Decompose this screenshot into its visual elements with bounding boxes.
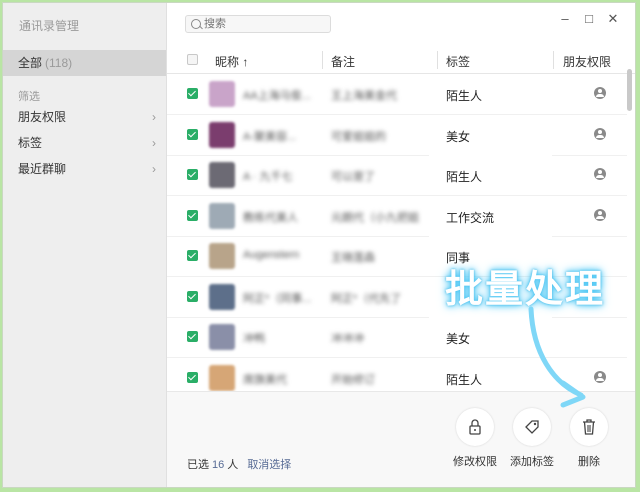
selected-suffix: 人 bbox=[227, 459, 239, 471]
chevron-right-icon: › bbox=[152, 162, 156, 176]
contact-remark: 阿正*（代先了 bbox=[331, 292, 402, 305]
avatar bbox=[209, 364, 235, 391]
add-tag-label: 添加标签 bbox=[510, 456, 554, 468]
contact-nickname: AA上海马俊... bbox=[243, 90, 311, 102]
search-box[interactable] bbox=[185, 15, 331, 33]
trash-icon bbox=[570, 408, 608, 446]
sidebar: 通讯录管理 全部 (118) 筛选 朋友权限 › 标签 › 最近群聊 › bbox=[3, 3, 167, 487]
delete-button[interactable]: 删除 bbox=[557, 408, 621, 469]
row-checkbox[interactable] bbox=[187, 88, 198, 99]
minimize-icon[interactable]: – bbox=[553, 11, 577, 26]
search-icon bbox=[191, 19, 201, 29]
contact-nickname: A · 九千七 bbox=[243, 171, 293, 183]
table-row[interactable]: 教练代美人 元朗代（小九把姐 工作交流 bbox=[167, 195, 627, 237]
delete-label: 删除 bbox=[578, 456, 600, 468]
contact-tag: 陌生人 bbox=[446, 372, 483, 387]
row-checkbox[interactable] bbox=[187, 169, 198, 180]
avatar bbox=[209, 243, 235, 269]
maximize-icon[interactable]: □ bbox=[577, 11, 601, 26]
tag-cell: 陌生人 bbox=[429, 155, 552, 195]
select-all-checkbox[interactable] bbox=[187, 54, 198, 65]
sidebar-item-tags[interactable]: 标签 › bbox=[3, 130, 166, 156]
contact-nickname: Augenstern bbox=[243, 249, 300, 261]
contacts-manager-window: 通讯录管理 全部(118) 筛选 朋友权限 › 标签 › 最近群聊 › –□✕ 昵称 … bbox=[2, 2, 636, 488]
add-tag-button[interactable]: 添加标签 bbox=[500, 408, 564, 469]
row-checkbox[interactable] bbox=[187, 290, 198, 302]
contact-tag: 陌生人 bbox=[446, 170, 483, 184]
tag-icon bbox=[513, 408, 551, 446]
contact-tag: 陌生人 bbox=[446, 89, 483, 103]
avatar bbox=[209, 202, 235, 229]
sidebar-all-label: 全部 bbox=[18, 56, 43, 70]
table-row[interactable]: AA上海马俊... 王上海美金代 陌生人 bbox=[167, 74, 627, 115]
contact-remark: 可爱姐姐的 bbox=[331, 130, 386, 143]
contact-tag: 工作交流 bbox=[446, 210, 495, 225]
sidebar-item-label: 最近群聊 bbox=[18, 162, 67, 176]
app-title: 通讯录管理 bbox=[19, 19, 80, 33]
search-input[interactable] bbox=[204, 16, 324, 32]
sidebar-item-label: 朋友权限 bbox=[18, 110, 67, 124]
sidebar-item-recent-groups[interactable]: 最近群聊 › bbox=[3, 156, 166, 182]
row-checkbox[interactable] bbox=[187, 250, 198, 261]
table-row[interactable]: A · 九千七 可以是了 陌生人 bbox=[167, 155, 627, 196]
contact-remark: 元朗代（小九把姐 bbox=[331, 211, 419, 224]
contact-tag: 美女 bbox=[446, 129, 471, 144]
row-checkbox[interactable] bbox=[187, 371, 198, 383]
avatar bbox=[209, 324, 235, 350]
main-panel: –□✕ 昵称 ↑ 备注 标签 朋友权限 AA上海马俊...王上海美金代陌生人A-… bbox=[167, 3, 635, 487]
column-header-tag[interactable]: 标签 bbox=[446, 53, 470, 70]
contact-remark: 开始修订 bbox=[331, 373, 375, 386]
close-icon[interactable]: ✕ bbox=[601, 11, 625, 27]
arrow-icon bbox=[528, 306, 586, 408]
selected-prefix: 已选 bbox=[187, 459, 209, 471]
avatar bbox=[209, 81, 235, 107]
column-divider bbox=[553, 51, 554, 69]
column-divider bbox=[322, 51, 323, 69]
tag-cell: 陌生人 bbox=[429, 74, 552, 114]
row-checkbox[interactable] bbox=[187, 128, 198, 140]
edit-permission-button[interactable]: 修改权限 bbox=[443, 408, 507, 469]
tag-cell: 工作交流 bbox=[429, 195, 552, 236]
table-header: 昵称 ↑ 备注 标签 朋友权限 bbox=[167, 47, 635, 74]
contact-remark: 王上海美金代 bbox=[331, 90, 397, 102]
avatar bbox=[209, 162, 235, 188]
contact-nickname: 教练代美人 bbox=[243, 211, 298, 224]
lock-icon bbox=[456, 408, 494, 446]
contact-nickname: A-聚美容... bbox=[243, 130, 297, 143]
user-icon[interactable] bbox=[594, 168, 606, 180]
column-header-nickname[interactable]: 昵称 ↑ bbox=[215, 53, 248, 70]
window-controls: – □ ✕ bbox=[553, 11, 625, 27]
chevron-right-icon: › bbox=[152, 110, 156, 124]
sidebar-item-friend-permission[interactable]: 朋友权限 › bbox=[3, 104, 166, 130]
avatar bbox=[209, 121, 235, 148]
user-icon[interactable] bbox=[594, 127, 606, 140]
contact-nickname: 席旗美代 bbox=[243, 373, 287, 386]
table-row[interactable]: A-聚美容... 可爱姐姐的 美女 bbox=[167, 114, 627, 156]
contact-tag: 美女 bbox=[446, 332, 471, 346]
selection-summary: 已选 16 人 取消选择 bbox=[187, 456, 291, 472]
column-header-permission[interactable]: 朋友权限 bbox=[563, 53, 611, 70]
cancel-selection-link[interactable]: 取消选择 bbox=[247, 459, 291, 471]
avatar bbox=[209, 283, 235, 310]
column-header-remark[interactable]: 备注 bbox=[331, 53, 355, 70]
user-icon[interactable] bbox=[594, 208, 606, 221]
sidebar-all-count: (118) bbox=[45, 56, 73, 70]
tag-cell: 美女 bbox=[429, 114, 552, 155]
row-checkbox[interactable] bbox=[187, 331, 198, 342]
user-icon[interactable] bbox=[594, 87, 606, 99]
row-checkbox[interactable] bbox=[187, 209, 198, 221]
contact-nickname: 冲鸭 bbox=[243, 333, 265, 345]
sidebar-item-label: 标签 bbox=[18, 136, 43, 150]
sidebar-item-all[interactable]: 全部 (118) bbox=[3, 50, 166, 76]
contact-remark: 冲冲冲 bbox=[331, 333, 364, 345]
contact-remark: 可以是了 bbox=[331, 171, 375, 183]
column-divider bbox=[437, 51, 438, 69]
scrollbar[interactable] bbox=[627, 69, 632, 111]
edit-permission-label: 修改权限 bbox=[453, 456, 497, 468]
contact-nickname: 阿正*（同事... bbox=[243, 292, 312, 305]
contact-remark: 王晓莲森 bbox=[331, 252, 375, 264]
selected-count: 16 bbox=[212, 459, 225, 471]
filter-heading: 筛选 bbox=[18, 91, 40, 103]
chevron-right-icon: › bbox=[152, 136, 156, 150]
